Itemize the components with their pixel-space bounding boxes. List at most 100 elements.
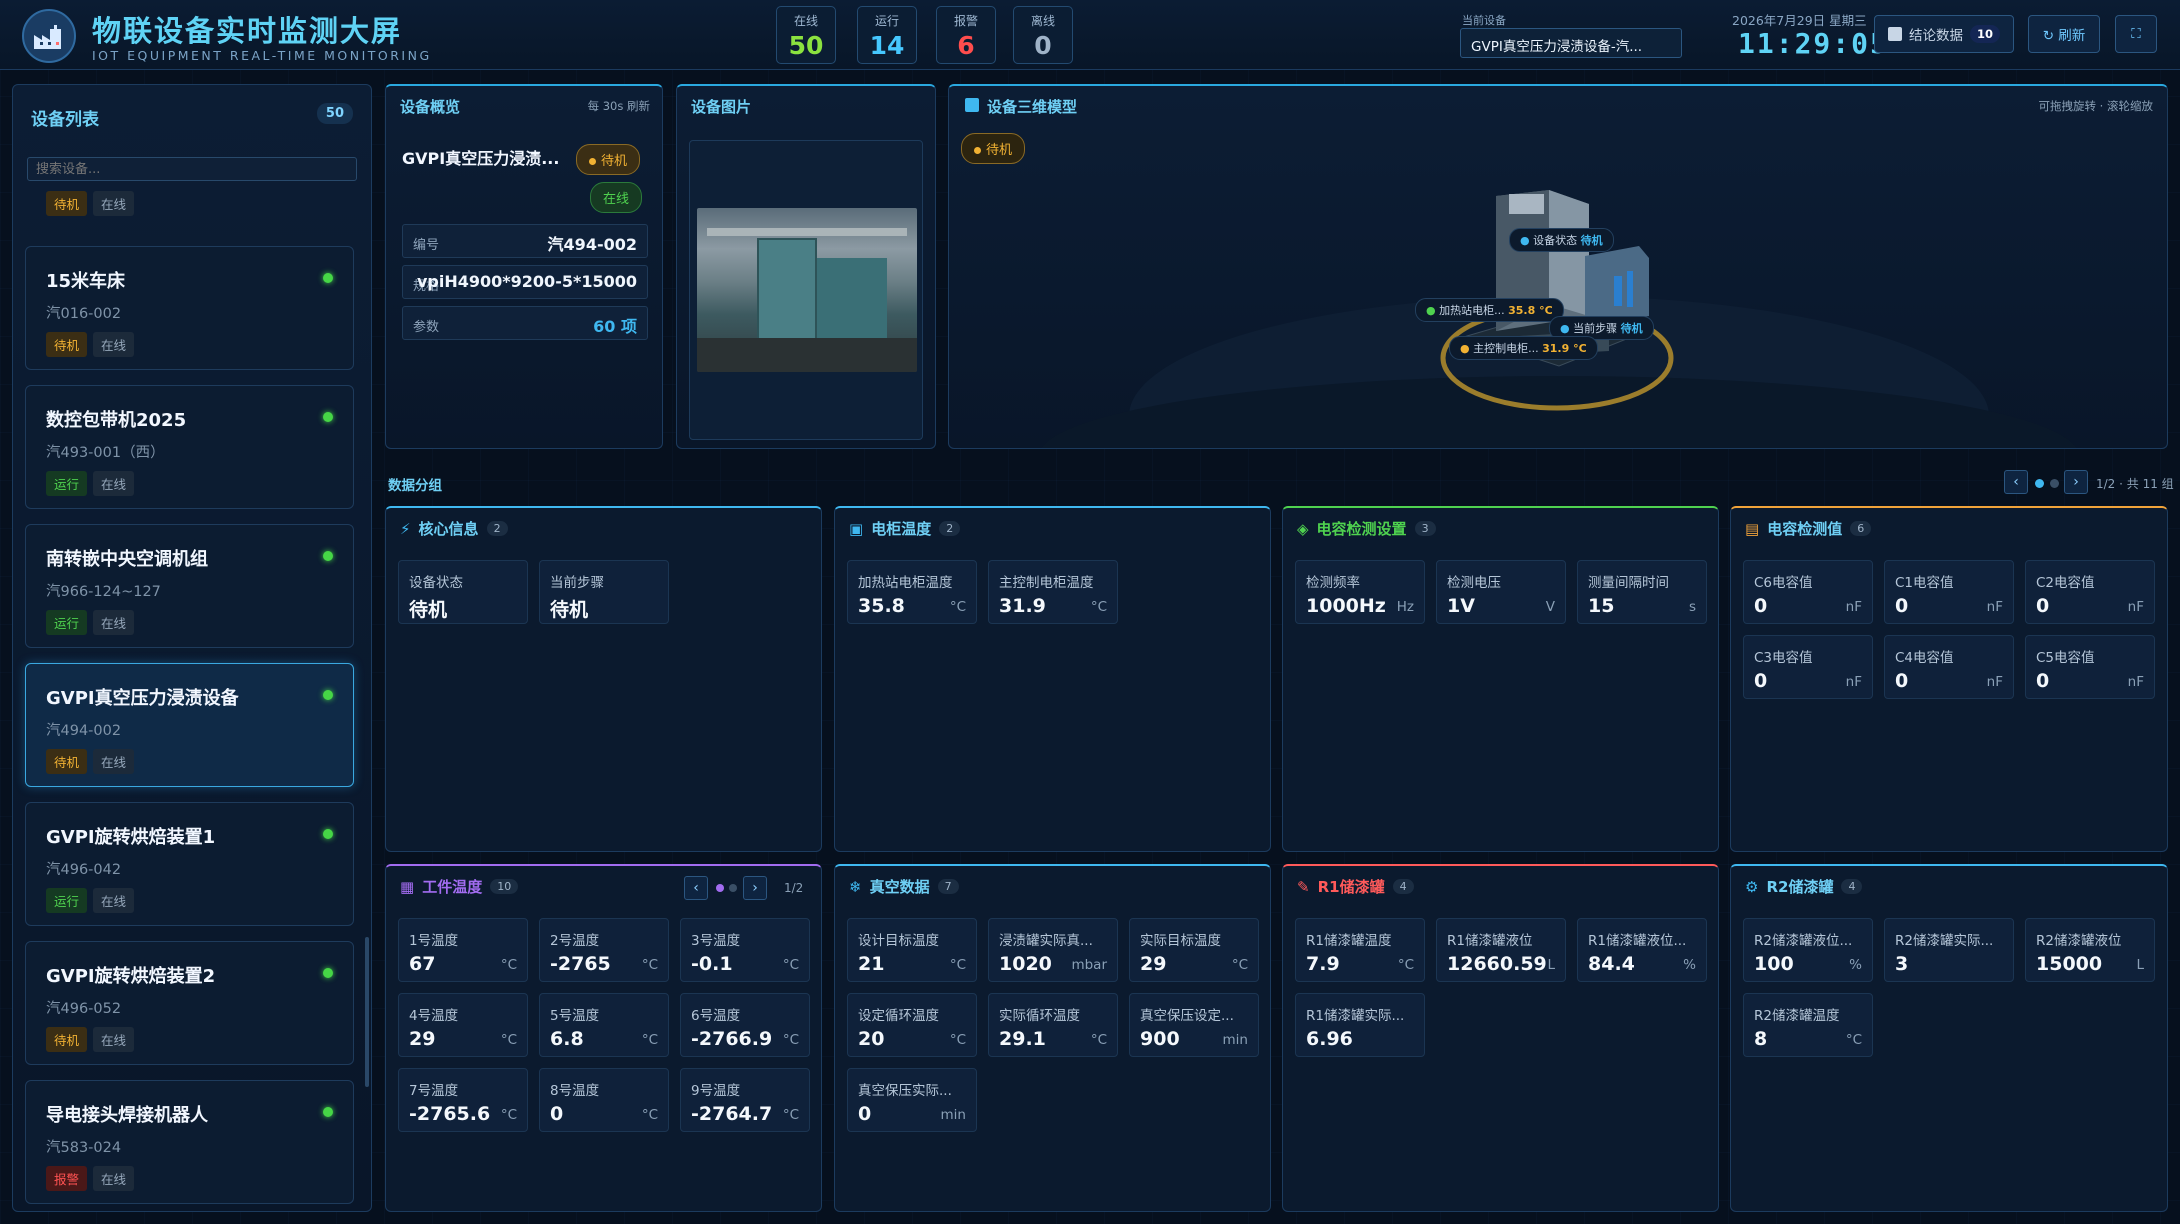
model-label-device-status: ● 设备状态 待机	[1509, 228, 1614, 252]
cell-unit: °C	[1845, 1032, 1862, 1048]
stat-label: 报警	[953, 14, 978, 28]
section-cabinet: ▣ 电柜温度 2 加热站电柜温度 35.8 °C 主控制电柜温度 31.9 °C	[834, 506, 1271, 852]
cell-value: 84.4	[1588, 953, 1635, 975]
page-dot[interactable]	[729, 884, 737, 892]
cell-unit: nF	[2127, 599, 2144, 615]
device-list-item[interactable]: GVPI真空压力浸渍设备 汽494-002 待机 在线	[25, 663, 354, 787]
cell-label: C6电容值	[1754, 575, 1813, 591]
online-tag: 在线	[93, 749, 135, 774]
info-value: 60 项	[593, 317, 637, 336]
fullscreen-button[interactable]: ⛶	[2115, 15, 2157, 53]
data-cell: 当前步骤 待机	[539, 560, 669, 624]
cell-unit: nF	[1845, 674, 1862, 690]
section-prev-button[interactable]: ‹	[684, 876, 708, 900]
cell-label: 真空保压设定...	[1140, 1008, 1234, 1024]
cell-label: 8号温度	[550, 1083, 600, 1099]
device-list-item[interactable]: 导电接头焊接机器人 汽583-024 报警 在线	[25, 1080, 354, 1204]
data-cell: 实际循环温度 29.1 °C	[988, 993, 1118, 1057]
cell-unit: nF	[1845, 599, 1862, 615]
cell-unit: V	[1545, 599, 1555, 615]
groups-next-button[interactable]: ›	[2064, 470, 2088, 494]
cell-value: 待机	[550, 599, 589, 621]
data-cell: 主控制电柜温度 31.9 °C	[988, 560, 1118, 624]
cell-unit: °C	[500, 957, 517, 973]
stat-label: 在线	[793, 14, 818, 28]
device-list-item[interactable]: 15米车床 汽016-002 待机 在线	[25, 246, 354, 370]
stat-offline: 离线 0	[1013, 6, 1073, 64]
device-list-item[interactable]: 数控包带机2025 汽493-001（西） 运行 在线	[25, 385, 354, 509]
data-cell: 实际目标温度 29 °C	[1129, 918, 1259, 982]
cell-label: 实际循环温度	[999, 1008, 1080, 1024]
label-value: 待机	[1620, 322, 1643, 335]
current-device-select[interactable]: GVPI真空压力浸渍设备-汽...	[1460, 28, 1682, 58]
device-list-item[interactable]: GVPI旋转烘焙装置2 汽496-052 待机 在线	[25, 941, 354, 1065]
cell-unit: °C	[949, 957, 966, 973]
cell-value: -0.1	[691, 953, 733, 975]
data-cell: R1储漆罐实际... 6.96	[1295, 993, 1425, 1057]
page-title: 物联设备实时监测大屏	[92, 14, 403, 48]
data-cell: R2储漆罐液位 15000 L	[2025, 918, 2155, 982]
equipment-photo	[697, 208, 917, 372]
cell-value: 0	[2036, 595, 2050, 617]
conclusion-data-button[interactable]: 结论数据 10	[1874, 15, 2014, 53]
device-list-item[interactable]: GVPI旋转烘焙装置1 汽496-042 运行 在线	[25, 802, 354, 926]
cell-label: C4电容值	[1895, 650, 1954, 666]
data-cell: 检测频率 1000Hz Hz	[1295, 560, 1425, 624]
cell-value: 6.8	[550, 1028, 584, 1050]
device-name: 15米车床	[46, 271, 126, 292]
snowflake-icon: ❄	[849, 877, 862, 896]
box-icon: ◈	[1297, 519, 1309, 538]
cell-value: 29	[409, 1028, 436, 1050]
cell-label: 设备状态	[409, 575, 463, 591]
cell-label: R1储漆罐液位	[1447, 933, 1533, 949]
device-list-item[interactable]: 南转嵌中央空调机组 汽966-124~127 运行 在线	[25, 524, 354, 648]
cell-unit: nF	[2127, 674, 2144, 690]
conclusion-count-badge: 10	[1969, 25, 2000, 43]
list-item-partial[interactable]: 待机 在线	[26, 185, 355, 227]
section-title: 工件温度	[422, 878, 483, 896]
section-count: 4	[1841, 879, 1863, 894]
data-cell: C1电容值 0 nF	[1884, 560, 2014, 624]
section-count: 6	[1850, 521, 1872, 536]
cell-value: 1V	[1447, 595, 1475, 617]
section-r1: ✎ R1储漆罐 4 R1储漆罐温度 7.9 °C R1储漆罐液位 12660.59 L R1储漆罐…	[1282, 864, 1719, 1212]
status-tag: 运行	[46, 610, 88, 635]
section-count: 10	[490, 879, 519, 894]
data-cell: 8号温度 0 °C	[539, 1068, 669, 1132]
data-cell: 9号温度 -2764.7 °C	[680, 1068, 810, 1132]
page-dot-active[interactable]	[2035, 479, 2044, 488]
data-cell: R2储漆罐液位... 100%	[1743, 918, 1873, 982]
info-row-spec: 规格 vpiH4900*9200-5*15000	[402, 265, 648, 299]
cell-unit: °C	[1090, 599, 1107, 615]
refresh-button[interactable]: ↻ 刷新	[2028, 15, 2100, 53]
cell-label: 9号温度	[691, 1083, 741, 1099]
data-cell: 浸渍罐实际真... 1020 mbar	[988, 918, 1118, 982]
cell-label: C3电容值	[1754, 650, 1813, 666]
sidebar-scrollbar[interactable]	[365, 937, 369, 1087]
data-cell: R2储漆罐实际... 3	[1884, 918, 2014, 982]
cell-label: R1储漆罐实际...	[1306, 1008, 1405, 1024]
cell-label: 1号温度	[409, 933, 459, 949]
stat-online: 在线 50	[776, 6, 836, 64]
section-title: 电柜温度	[871, 520, 932, 538]
page-dot[interactable]	[2050, 479, 2059, 488]
groups-prev-button[interactable]: ‹	[2004, 470, 2028, 494]
label-value: 待机	[1580, 234, 1603, 247]
data-cell: R1储漆罐液位... 84.4%	[1577, 918, 1707, 982]
device-name: 导电接头焊接机器人	[46, 1105, 208, 1126]
cell-value: 67	[409, 953, 436, 975]
cell-value: 20	[858, 1028, 885, 1050]
page-dot-active[interactable]	[716, 884, 724, 892]
online-dot-icon	[323, 273, 333, 283]
data-cell: 真空保压设定... 900 min	[1129, 993, 1259, 1057]
model-3d-canvas[interactable]	[949, 86, 2168, 449]
section-title: 电容检测值	[1767, 520, 1843, 538]
section-next-button[interactable]: ›	[743, 876, 767, 900]
device-count-badge: 50	[316, 103, 353, 124]
online-tag: 在线	[93, 888, 135, 913]
cell-unit: %	[1849, 957, 1862, 973]
online-dot-icon	[323, 968, 333, 978]
device-search-input[interactable]	[27, 157, 357, 181]
stat-label: 运行	[874, 14, 899, 28]
status-tag: 报警	[46, 1166, 88, 1191]
